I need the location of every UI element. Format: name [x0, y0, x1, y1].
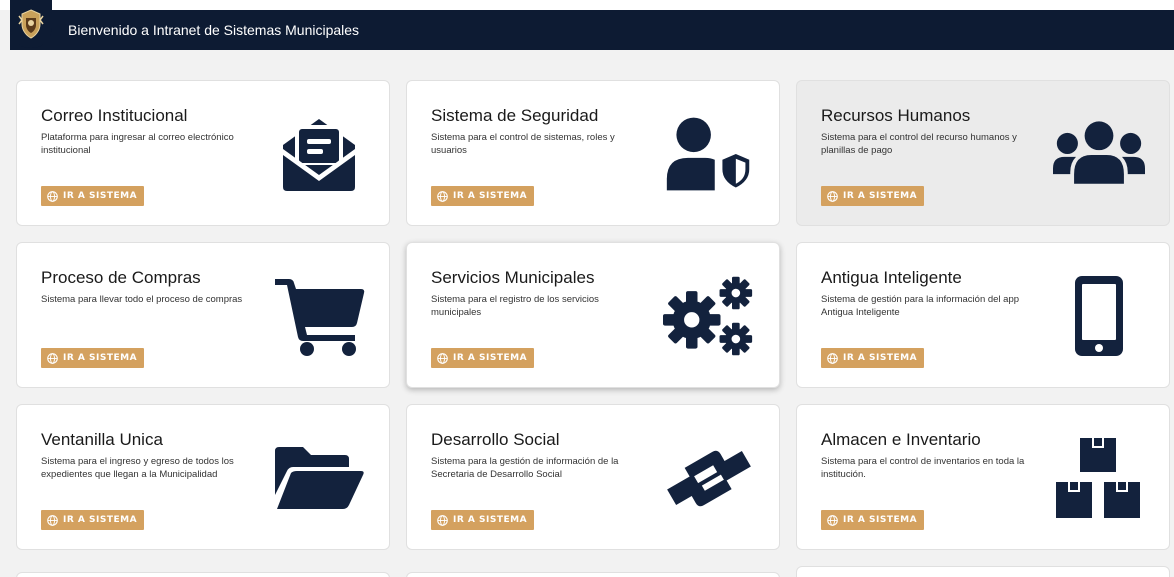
card-desarrollo-social: Desarrollo Social Sistema para la gestió…: [406, 404, 780, 550]
go-to-system-button[interactable]: IR A SISTEMA: [41, 186, 145, 206]
card-description: Sistema para llevar todo el proceso de c…: [41, 294, 243, 305]
globe-icon: [827, 190, 838, 202]
card-description: Sistema para el control de inventarios e…: [821, 456, 1025, 480]
globe-icon: [827, 514, 838, 526]
card-title: Proceso de Compras: [41, 268, 201, 287]
card-title: Almacen e Inventario: [821, 430, 981, 449]
go-to-system-label: IR A SISTEMA: [843, 353, 918, 363]
municipal-seal-logo[interactable]: [10, 0, 52, 48]
go-to-system-button[interactable]: IR A SISTEMA: [41, 348, 145, 368]
cogs-icon: [663, 273, 755, 359]
go-to-system-label: IR A SISTEMA: [63, 353, 138, 363]
user-shield-icon: [663, 111, 755, 197]
users-icon: [1053, 111, 1145, 197]
card-ventanilla-unica: Ventanilla Unica Sistema para el ingreso…: [16, 404, 390, 550]
go-to-system-label: IR A SISTEMA: [453, 191, 528, 201]
go-to-system-button[interactable]: IR A SISTEMA: [821, 510, 925, 530]
card-title: Ventanilla Unica: [41, 430, 163, 449]
go-to-system-label: IR A SISTEMA: [453, 353, 528, 363]
go-to-system-button[interactable]: IR A SISTEMA: [41, 510, 145, 530]
card-almacen-e-inventario: Almacen e Inventario Sistema para el con…: [796, 404, 1170, 550]
card-title: Sistema de Seguridad: [431, 106, 599, 125]
go-to-system-button[interactable]: IR A SISTEMA: [431, 510, 535, 530]
globe-icon: [47, 190, 58, 202]
card-description: Sistema para el registro de los servicio…: [431, 294, 599, 318]
folder-open-icon: [273, 435, 365, 521]
go-to-system-label: IR A SISTEMA: [453, 515, 528, 525]
card-description: Plataforma para ingresar al correo elect…: [41, 132, 234, 156]
globe-icon: [47, 514, 58, 526]
go-to-system-button[interactable]: IR A SISTEMA: [821, 348, 925, 368]
go-to-system-label: IR A SISTEMA: [843, 515, 918, 525]
top-navbar: Bienvenido a Intranet de Sistemas Munici…: [10, 10, 1174, 50]
card-title: Desarrollo Social: [431, 430, 560, 449]
card-description: Sistema para el control de sistemas, rol…: [431, 132, 615, 156]
card-title: Antigua Inteligente: [821, 268, 962, 287]
card-antigua-inteligente: Antigua Inteligente Sistema de gestión p…: [796, 242, 1170, 388]
card-recursos-humanos: Recursos Humanos Sistema para el control…: [796, 80, 1170, 226]
card-sistema-de-seguridad: Sistema de Seguridad Sistema para el con…: [406, 80, 780, 226]
globe-icon: [827, 352, 838, 364]
card-description: Sistema para la gestión de información d…: [431, 456, 619, 480]
go-to-system-label: IR A SISTEMA: [843, 191, 918, 201]
card-description: Sistema para el control del recurso huma…: [821, 132, 1017, 156]
card-title: Correo Institucional: [41, 106, 188, 125]
card-partial: [406, 572, 780, 577]
shopping-cart-icon: [273, 273, 365, 359]
card-title: Recursos Humanos: [821, 106, 971, 125]
boxes-icon: [1053, 435, 1145, 521]
page-title: Bienvenido a Intranet de Sistemas Munici…: [68, 22, 360, 38]
globe-icon: [437, 190, 448, 202]
top-strip: [0, 0, 1174, 10]
card-correo-institucional: Correo Institucional Plataforma para ing…: [16, 80, 390, 226]
card-title: Servicios Municipales: [431, 268, 595, 287]
card-partial: [16, 572, 390, 577]
card-description: Sistema para el ingreso y egreso de todo…: [41, 456, 234, 480]
handshake-icon: [663, 435, 755, 521]
go-to-system-button[interactable]: IR A SISTEMA: [431, 186, 535, 206]
globe-icon: [437, 514, 448, 526]
go-to-system-label: IR A SISTEMA: [63, 191, 138, 201]
card-description: Sistema de gestión para la información d…: [821, 294, 1020, 318]
mobile-phone-icon: [1053, 273, 1145, 359]
card-proceso-de-compras: Proceso de Compras Sistema para llevar t…: [16, 242, 390, 388]
go-to-system-label: IR A SISTEMA: [63, 515, 138, 525]
card-servicios-municipales: Servicios Municipales Sistema para el re…: [406, 242, 780, 388]
globe-icon: [437, 352, 448, 364]
envelope-open-text-icon: [273, 111, 365, 197]
go-to-system-button[interactable]: IR A SISTEMA: [431, 348, 535, 368]
go-to-system-button[interactable]: IR A SISTEMA: [821, 186, 925, 206]
globe-icon: [47, 352, 58, 364]
card-partial: [796, 566, 1170, 577]
